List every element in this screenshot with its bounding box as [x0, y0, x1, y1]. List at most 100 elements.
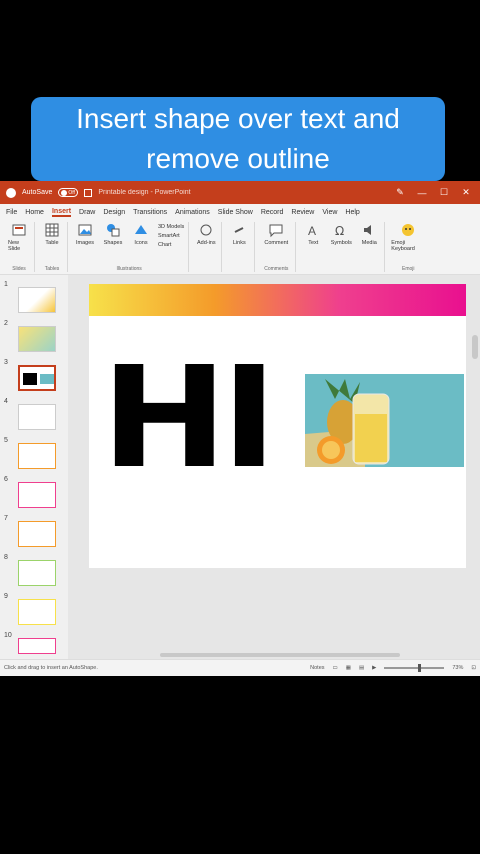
comment-icon — [269, 224, 283, 238]
chart-button[interactable]: Chart — [158, 242, 184, 248]
tab-design[interactable]: Design — [103, 209, 125, 216]
slide-canvas[interactable]: HI — [89, 284, 466, 568]
tab-animations[interactable]: Animations — [175, 209, 210, 216]
slide-thumbnail-8[interactable] — [18, 560, 56, 586]
group-tables: Table Tables — [37, 222, 68, 272]
tab-help[interactable]: Help — [345, 209, 359, 216]
thumb-hi-mark — [23, 373, 37, 385]
illustrations-group-label: Illustrations — [116, 266, 142, 272]
thumb-number: 2 — [4, 320, 8, 327]
tab-draw[interactable]: Draw — [79, 209, 95, 216]
images-label: Images — [75, 240, 95, 246]
shapes-label: Shapes — [103, 240, 123, 246]
maximize-icon[interactable]: ☐ — [436, 187, 452, 198]
h-scroll-thumb[interactable] — [160, 653, 400, 657]
slide-thumbnail-3[interactable] — [18, 365, 56, 391]
emoji-keyboard-button[interactable]: Emoji Keyboard — [391, 222, 425, 266]
thumb-number: 6 — [4, 476, 8, 483]
svg-text:Ω: Ω — [335, 224, 344, 238]
normal-view-icon[interactable]: ▭ — [333, 665, 338, 671]
thumb-number: 7 — [4, 515, 8, 522]
text-button[interactable]: A Text — [302, 222, 324, 272]
tab-slide-show[interactable]: Slide Show — [218, 209, 253, 216]
3d-models-button[interactable]: 3D Models — [158, 224, 184, 230]
text-label: Text — [308, 240, 319, 246]
group-comments: Comment Comments — [257, 222, 297, 272]
slide-thumbnail-7[interactable] — [18, 521, 56, 547]
zoom-slider[interactable] — [384, 664, 445, 672]
fit-to-window-icon[interactable]: ⊡ — [471, 665, 476, 671]
addins-icon — [200, 224, 212, 236]
thumb-number: 10 — [4, 632, 12, 639]
zoom-level[interactable]: 73% — [452, 665, 463, 671]
thumb-number: 9 — [4, 593, 8, 600]
tab-file[interactable]: File — [6, 209, 17, 216]
tab-home[interactable]: Home — [25, 209, 44, 216]
new-slide-button[interactable]: New Slide — [8, 222, 30, 266]
tab-transitions[interactable]: Transitions — [133, 209, 167, 216]
horizontal-scrollbar[interactable] — [74, 651, 470, 659]
slide-thumbnail-10[interactable] — [18, 638, 56, 654]
tab-review[interactable]: Review — [291, 209, 314, 216]
thumb-number: 4 — [4, 398, 8, 405]
media-button[interactable]: Media — [358, 222, 380, 272]
comment-button[interactable]: Comment — [261, 222, 291, 266]
autosave-toggle[interactable]: Off — [58, 188, 79, 197]
vertical-scrollbar[interactable] — [470, 275, 480, 659]
symbols-button[interactable]: Ω Symbols — [330, 222, 352, 272]
notes-button[interactable]: Notes — [310, 665, 324, 671]
media-label: Media — [361, 240, 377, 246]
shapes-icon — [107, 224, 120, 237]
minimize-icon[interactable]: — — [414, 188, 430, 198]
tab-view[interactable]: View — [322, 209, 337, 216]
icons-label: Icons — [134, 240, 148, 246]
slide-thumbnails-pane: 1 2 3 4 5 6 7 8 9 10 — [0, 275, 68, 659]
table-label: Table — [45, 240, 59, 246]
editor-area: 1 2 3 4 5 6 7 8 9 10 HI — [0, 275, 480, 659]
save-icon[interactable] — [84, 188, 93, 197]
illustrations-small-buttons: 3D Models SmartArt Chart — [158, 222, 184, 266]
ribbon: New Slide Slides Table Tables Images Sha… — [0, 220, 480, 275]
smartart-button[interactable]: SmartArt — [158, 233, 184, 239]
tab-record[interactable]: Record — [261, 209, 284, 216]
omega-icon: Ω — [335, 224, 344, 238]
tab-insert[interactable]: Insert — [51, 208, 72, 217]
thumbnails-scrollbar[interactable] — [68, 275, 74, 659]
slide-thumbnail-9[interactable] — [18, 599, 56, 625]
new-slide-label: New Slide — [8, 240, 21, 252]
table-button[interactable]: Table — [41, 222, 63, 266]
images-button[interactable]: Images — [74, 222, 96, 266]
group-illustrations: Images Shapes Icons 3D Models SmartArt C… — [70, 222, 190, 272]
autosave-label: AutoSave — [22, 189, 53, 196]
group-text: A Text Ω Symbols Media — [298, 222, 386, 272]
close-icon[interactable]: ✕ — [458, 187, 474, 198]
table-icon — [45, 223, 59, 237]
thumb-number: 3 — [4, 359, 8, 366]
images-icon — [78, 224, 92, 236]
sorter-view-icon[interactable]: ▦ — [346, 665, 351, 671]
juice-photo[interactable] — [305, 374, 464, 467]
caption-line-1: Insert shape over text and — [76, 103, 400, 134]
designer-icon[interactable]: ✎ — [392, 187, 408, 198]
app-logo-icon — [6, 187, 16, 198]
hi-text[interactable]: HI — [101, 349, 277, 489]
reading-view-icon[interactable]: ▤ — [359, 665, 364, 671]
slide-thumbnail-5[interactable] — [18, 443, 56, 469]
juice-photo-art — [305, 374, 464, 467]
slide-thumbnail-1[interactable] — [18, 287, 56, 313]
icons-icon — [135, 225, 147, 234]
icons-button[interactable]: Icons — [130, 222, 152, 266]
shapes-button[interactable]: Shapes — [102, 222, 124, 266]
links-button[interactable]: Links — [228, 222, 250, 272]
new-slide-icon — [12, 224, 26, 236]
slide-thumbnail-2[interactable] — [18, 326, 56, 352]
emoji-icon — [402, 224, 415, 236]
addins-button[interactable]: Add-ins — [195, 222, 217, 272]
scroll-thumb[interactable] — [472, 335, 478, 359]
thumb-photo-mark — [40, 374, 54, 384]
slide-thumbnail-4[interactable] — [18, 404, 56, 430]
slide-thumbnail-6[interactable] — [18, 482, 56, 508]
slideshow-icon[interactable]: ▶ — [372, 665, 376, 671]
svg-text:A: A — [308, 224, 316, 238]
video-caption: Insert shape over text and remove outlin… — [31, 97, 445, 181]
